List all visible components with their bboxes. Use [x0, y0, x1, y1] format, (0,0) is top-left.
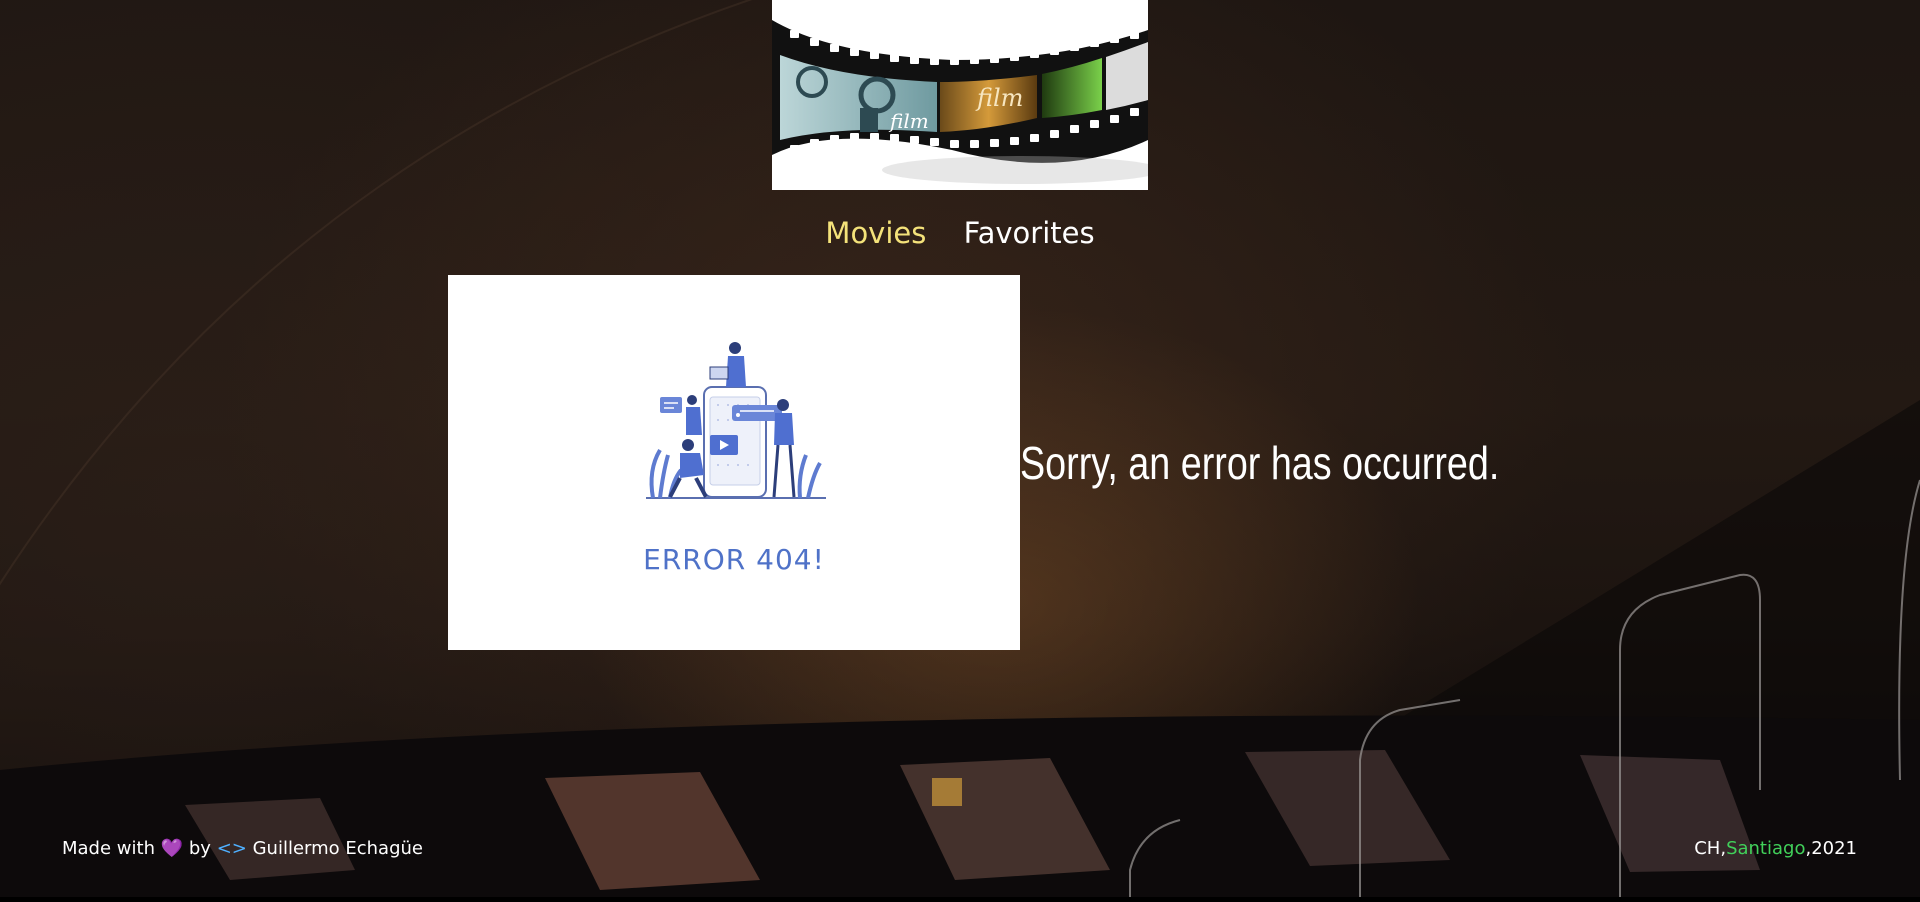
film-reel-logo-icon: film film: [772, 20, 1148, 184]
site-logo[interactable]: film film: [772, 0, 1148, 190]
main-nav: Movies Favorites: [0, 216, 1920, 250]
footer-credits: Made with 💜 by <> Guillermo Echagüe: [62, 838, 423, 859]
svg-text:film: film: [888, 109, 929, 133]
error-illustration-icon: ERROR 404!: [643, 342, 826, 576]
country-text: CH,: [1694, 838, 1727, 859]
error-image-caption: ERROR 404!: [643, 543, 825, 576]
nav-favorites-link[interactable]: Favorites: [964, 216, 1095, 250]
author-name[interactable]: Guillermo Echagüe: [253, 838, 423, 859]
code-icon: <>: [216, 838, 247, 859]
error-message: Sorry, an error has occurred.: [1020, 437, 1500, 489]
made-with-text: Made with: [62, 838, 155, 859]
city-text: Santiago: [1726, 838, 1806, 859]
year-text: ,2021: [1805, 838, 1857, 859]
heart-icon: 💜: [160, 838, 184, 859]
bottom-bar: [0, 897, 1920, 902]
error-404-image: ERROR 404!: [448, 275, 1020, 650]
by-text: by: [188, 838, 211, 859]
svg-text:film: film: [975, 84, 1023, 112]
nav-movies-link[interactable]: Movies: [825, 216, 926, 250]
footer-location: CH,Santiago,2021: [1694, 838, 1857, 859]
